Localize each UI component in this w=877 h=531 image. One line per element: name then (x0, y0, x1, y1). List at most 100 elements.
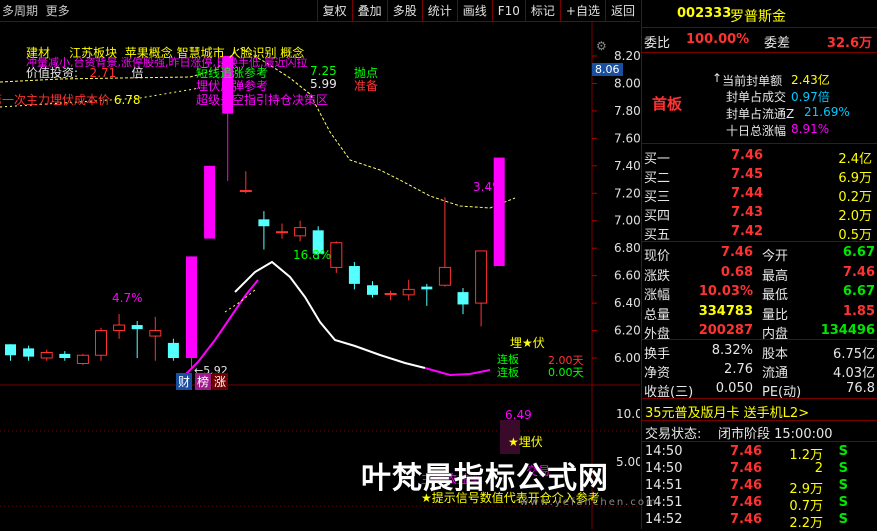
candle (5, 344, 16, 361)
company-stat-row: 换手 8.32% 股本 6.75亿 (644, 343, 875, 362)
stat-row: 总量 334783 量比 1.85 (644, 303, 875, 323)
candle-body (239, 190, 252, 193)
candle (384, 290, 397, 301)
candle-body (76, 354, 89, 364)
candle-body (5, 344, 16, 356)
bid-price: 7.42 (731, 224, 764, 239)
axis-tick-label: 6.20 (614, 324, 640, 338)
candle (40, 349, 53, 361)
candle-body (276, 231, 288, 234)
candle (402, 279, 415, 301)
stat-row: 涨幅 10.03% 最低 6.67 (644, 284, 875, 303)
super-guide-label: 超级多空指引持仓决策区 (196, 93, 329, 107)
candle (294, 220, 307, 242)
f10-button[interactable]: F10 (491, 0, 525, 22)
bid-label: 买四 (644, 209, 671, 224)
bid-label: 买一 (644, 152, 671, 167)
promo-banner[interactable]: 35元普及版月卡 送手机L2> (642, 401, 877, 421)
multi-stock-button[interactable]: 多股 (386, 0, 422, 22)
draw-line-button[interactable]: 画线 (456, 0, 492, 22)
price-axis: 8.20 8.00 7.80 7.60 7.40 7.20 7.00 6.80 6.60 6.40… (592, 39, 640, 469)
pct-label-1: 4.7% (112, 291, 143, 305)
white-trend-line (234, 260, 426, 369)
company-stat-row: 收益(三) 0.050 PE(动) 76.8 (644, 381, 875, 400)
axis-tick-label: 8.00 (614, 76, 640, 90)
toolbar-buttons: 复权 叠加 多股 统计 画线 F10 标记 +自选 返回 (316, 0, 640, 22)
candle-body (367, 285, 378, 295)
candle-body (149, 330, 162, 337)
candle (330, 241, 343, 273)
axis-tick-label: 7.00 (614, 214, 640, 228)
ambush-signal: 埋★伏 (510, 336, 545, 350)
trade-status-row: 交易状态: 闭市阶段 15:00:00 (645, 427, 833, 442)
period-label[interactable]: 多周期 更多 (0, 2, 70, 19)
candle (258, 211, 270, 250)
candle (348, 261, 360, 290)
axis-tick-label: 6.80 (614, 241, 640, 255)
tick-row: 14:50 7.46 2 S (645, 461, 848, 476)
axis-tick-label: 7.20 (614, 186, 640, 200)
tick-row: 14:51 7.46 2.9万 S (645, 478, 848, 497)
axis-tick-label: 7.40 (614, 159, 640, 173)
axis-tick-label: 7.80 (614, 104, 640, 118)
indicator-curves (0, 47, 520, 454)
overlay-button[interactable]: 叠加 (351, 0, 387, 22)
bid-price: 7.46 (731, 148, 764, 163)
mark-button[interactable]: 标记 (524, 0, 560, 22)
back-button[interactable]: 返回 (604, 0, 640, 22)
candle (276, 223, 288, 239)
candle (367, 281, 378, 298)
bid-label: 买二 (644, 171, 671, 186)
candle-body (95, 330, 107, 356)
candle-body (59, 353, 71, 358)
tag-rank: 榜 (195, 373, 212, 390)
stock-header: 002333 罗普斯金 (642, 5, 877, 27)
cursor-price: 8.06 (592, 63, 623, 76)
magenta-tail-line (424, 367, 491, 377)
settings-icon: ⚙ (596, 39, 607, 53)
candle-body (167, 342, 179, 358)
stock-code: 002333 (677, 6, 732, 21)
bid-row[interactable]: 买四 7.43 2.0万 (642, 204, 877, 224)
stats-button[interactable]: 统计 (421, 0, 457, 22)
bid-row[interactable]: 买二 7.45 6.9万 (642, 166, 877, 186)
bid-row[interactable]: 买五 7.42 0.5万 (642, 223, 877, 243)
more-button[interactable]: 更多 (46, 4, 70, 18)
candle-body (40, 352, 53, 359)
cost-label: 第一次主力埋伏成本价 6.78 (0, 93, 141, 107)
candle-body (384, 292, 397, 295)
candle (204, 165, 216, 239)
candle (475, 250, 488, 327)
candle (95, 327, 107, 361)
bid-row[interactable]: 买一 7.46 2.4亿 (642, 147, 877, 167)
bid-price: 7.45 (731, 167, 764, 182)
candle (167, 338, 179, 361)
short-chase-value: 7.25 (310, 64, 337, 78)
value-invest: 价值投资: 2.71 倍 (26, 66, 144, 80)
lower-axis-label: 5.00 (616, 455, 640, 469)
bid-label: 买三 (644, 190, 671, 205)
candle (421, 283, 433, 306)
bid-price: 7.44 (731, 186, 764, 201)
candle-body (186, 256, 197, 358)
candle (23, 345, 35, 361)
ready-label: 准备 (354, 79, 379, 93)
fuquan-button[interactable]: 复权 (316, 0, 352, 22)
candle (113, 314, 126, 339)
candle-body (421, 286, 433, 290)
candle-body (204, 165, 216, 239)
lianban-label-2: 连板 (497, 366, 519, 379)
lower-dashed-line (224, 289, 256, 313)
add-watchlist-button[interactable]: +自选 (559, 0, 605, 22)
candle-body (258, 219, 270, 227)
days-label-2: 0.00天 (548, 366, 584, 379)
pct-label-2: 16.8% (293, 248, 332, 262)
lower-ambush-signal: ★埋伏 (508, 435, 543, 449)
candle (239, 171, 252, 194)
tag-finance: 财 (176, 373, 193, 390)
bid-row[interactable]: 买三 7.44 0.2万 (642, 185, 877, 205)
company-stat-row: 净资 2.76 流通 4.03亿 (644, 362, 875, 381)
lower-value-label: 6.49 (505, 408, 532, 422)
candle-body (457, 292, 469, 305)
candle-body (402, 288, 415, 296)
